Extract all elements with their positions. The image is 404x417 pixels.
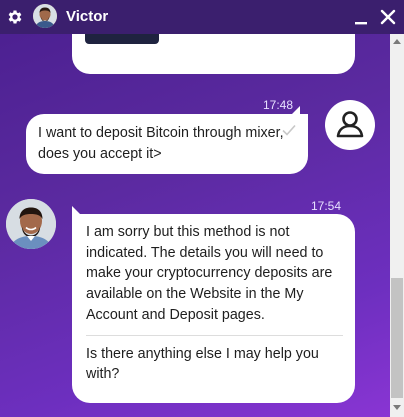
divider [86,334,343,336]
agent-avatar-small [33,4,57,28]
user-message-bubble: I want to deposit Bitcoin through mixer,… [26,114,308,174]
scrollbar-thumb[interactable] [391,278,403,398]
scroll-up-icon[interactable] [393,39,401,44]
chat-header: Victor [0,0,404,34]
previous-message-bubble [72,34,355,74]
previous-message-card [85,34,159,44]
chat-messages[interactable]: 17:48 I want to deposit Bitcoin through … [0,34,390,417]
check-icon [282,124,296,136]
bubble-tail [72,206,80,214]
minimize-icon[interactable] [352,8,370,26]
scroll-down-icon[interactable] [393,405,401,410]
gear-icon[interactable] [6,8,24,26]
agent-message-paragraph: Is there anything else I may help you wi… [86,345,319,383]
message-timestamp: 17:48 [263,98,294,112]
message-timestamp: 17:54 [311,199,342,213]
agent-message-bubble: I am sorry but this method is not indica… [72,214,355,403]
agent-avatar [6,199,56,249]
agent-message-paragraph: I am sorry but this method is not indica… [86,224,333,323]
user-message-text: I want to deposit Bitcoin through mixer,… [38,125,284,162]
agent-name: Victor [66,8,109,25]
bubble-tail [292,106,300,114]
scrollbar[interactable] [390,34,404,417]
user-avatar [325,100,375,150]
user-icon [336,111,364,138]
close-icon[interactable] [379,8,397,26]
